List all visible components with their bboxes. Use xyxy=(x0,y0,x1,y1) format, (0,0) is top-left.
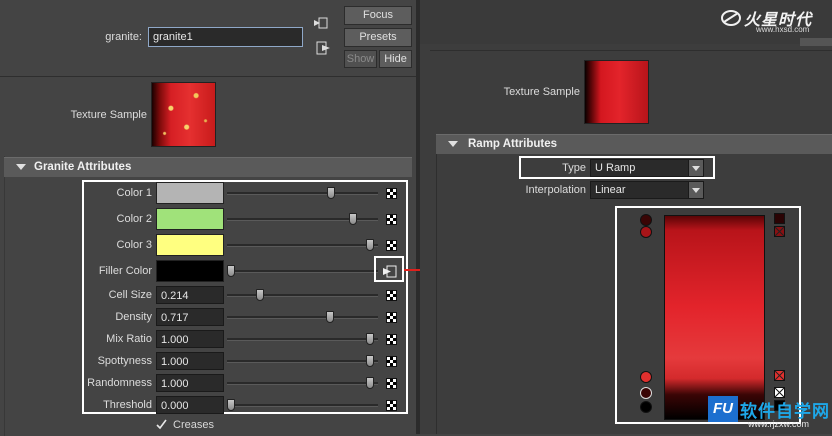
threshold-map-button-icon[interactable] xyxy=(386,400,397,411)
ramp-attributes-header[interactable]: Ramp Attributes xyxy=(436,134,832,154)
threshold-slider[interactable] xyxy=(227,404,378,407)
threshold-label: Threshold xyxy=(103,399,152,411)
interpolation-dropdown-arrow-icon[interactable] xyxy=(688,182,703,198)
texture-sample-label: Texture Sample xyxy=(70,109,147,121)
spottyness-map-button-icon[interactable] xyxy=(386,356,397,367)
rjzxw-watermark: FU 软件自学网 www.rjzxw.com xyxy=(708,396,832,434)
density-slider[interactable] xyxy=(227,316,378,319)
hxsd-logo: 火星时代 www.hxsd.com xyxy=(720,6,828,36)
mix-ratio-field[interactable]: 1.000 xyxy=(156,330,224,348)
type-dropdown-arrow-icon[interactable] xyxy=(688,160,703,176)
color-3-label: Color 3 xyxy=(116,239,152,251)
spottyness-field[interactable]: 1.000 xyxy=(156,352,224,370)
filler-color-swatch[interactable] xyxy=(156,260,224,282)
mix-ratio-slider[interactable] xyxy=(227,338,378,341)
cell-size-field[interactable]: 0.214 xyxy=(156,286,224,304)
ramp-texture-swatch xyxy=(584,60,649,124)
granite-texture-swatch xyxy=(151,82,216,147)
randomness-map-button-icon[interactable] xyxy=(386,378,397,389)
ramp-delete-handle-2[interactable] xyxy=(774,226,785,237)
color-2-map-button-icon[interactable] xyxy=(386,214,397,225)
right-separator xyxy=(430,50,832,51)
spottyness-label: Spottyness xyxy=(97,355,152,367)
ramp-color-handle-4[interactable] xyxy=(640,387,652,399)
randomness-slider[interactable] xyxy=(227,382,378,385)
ramp-color-handle-2[interactable] xyxy=(640,226,652,238)
hide-button[interactable]: Hide xyxy=(379,50,412,68)
interpolation-dropdown[interactable]: Linear xyxy=(590,181,704,199)
color-1-slider-thumb[interactable] xyxy=(327,187,335,199)
spottyness-slider-thumb[interactable] xyxy=(366,355,374,367)
ramp-texture-sample-label: Texture Sample xyxy=(503,86,580,98)
output-connection-icon[interactable] xyxy=(316,40,332,56)
filler-connection-highlight xyxy=(374,256,404,282)
granite-label: granite: xyxy=(105,31,142,43)
focus-button[interactable]: Focus xyxy=(344,6,412,25)
ramp-delete-handle-1[interactable] xyxy=(774,213,785,224)
ramp-collapse-triangle-icon xyxy=(448,141,458,147)
color-2-swatch[interactable] xyxy=(156,208,224,230)
color-1-map-button-icon[interactable] xyxy=(386,188,397,199)
ramp-delete-handle-3[interactable] xyxy=(774,370,785,381)
threshold-field[interactable]: 0.000 xyxy=(156,396,224,414)
cell-size-label: Cell Size xyxy=(108,289,152,301)
show-button[interactable]: Show xyxy=(344,50,377,68)
watermark-url: www.rjzxw.com xyxy=(748,419,810,429)
cell-size-slider[interactable] xyxy=(227,294,378,297)
logo-swirl-icon xyxy=(721,10,741,26)
mix-ratio-label: Mix Ratio xyxy=(106,333,152,345)
randomness-label: Randomness xyxy=(87,377,152,389)
color-1-slider[interactable] xyxy=(227,192,378,195)
color-2-slider-thumb[interactable] xyxy=(349,213,357,225)
threshold-slider-thumb[interactable] xyxy=(227,399,235,411)
color-3-slider-thumb[interactable] xyxy=(366,239,374,251)
watermark-logo: FU xyxy=(708,396,738,422)
color-3-map-button-icon[interactable] xyxy=(386,240,397,251)
mix-ratio-map-button-icon[interactable] xyxy=(386,334,397,345)
ramp-color-handle-5[interactable] xyxy=(640,401,652,413)
density-label: Density xyxy=(115,311,152,323)
color-2-label: Color 2 xyxy=(116,213,152,225)
ramp-color-handle-1[interactable] xyxy=(640,214,652,226)
randomness-slider-thumb[interactable] xyxy=(366,377,374,389)
granite-name-field[interactable]: granite1 xyxy=(148,27,303,47)
input-connection-icon[interactable] xyxy=(314,16,328,30)
color-3-slider[interactable] xyxy=(227,244,378,247)
interpolation-dropdown-value: Linear xyxy=(595,184,626,196)
ramp-color-handle-3[interactable] xyxy=(640,371,652,383)
density-field[interactable]: 0.717 xyxy=(156,308,224,326)
right-button-stub xyxy=(800,38,832,46)
cell-size-map-button-icon[interactable] xyxy=(386,290,397,301)
ramp-gradient[interactable] xyxy=(664,215,765,420)
color-1-swatch[interactable] xyxy=(156,182,224,204)
type-dropdown[interactable]: U Ramp xyxy=(590,159,704,177)
color-1-label: Color 1 xyxy=(116,187,152,199)
granite-attributes-title: Granite Attributes xyxy=(34,161,132,173)
cell-size-slider-thumb[interactable] xyxy=(256,289,264,301)
logo-url: www.hxsd.com xyxy=(756,25,810,34)
filler-color-label: Filler Color xyxy=(98,265,152,277)
creases-label: Creases xyxy=(173,419,214,431)
type-label: Type xyxy=(562,162,586,174)
presets-button[interactable]: Presets xyxy=(344,28,412,47)
ramp-attributes-title: Ramp Attributes xyxy=(468,138,558,150)
filler-color-slider-thumb[interactable] xyxy=(227,265,235,277)
spottyness-slider[interactable] xyxy=(227,360,378,363)
density-slider-thumb[interactable] xyxy=(326,311,334,323)
density-map-button-icon[interactable] xyxy=(386,312,397,323)
color-3-swatch[interactable] xyxy=(156,234,224,256)
separator xyxy=(0,76,416,77)
granite-attributes-header[interactable]: Granite Attributes xyxy=(4,157,412,177)
mix-ratio-slider-thumb[interactable] xyxy=(366,333,374,345)
filler-color-slider[interactable] xyxy=(227,270,378,273)
interpolation-label: Interpolation xyxy=(525,184,586,196)
type-dropdown-value: U Ramp xyxy=(595,162,636,174)
randomness-field[interactable]: 1.000 xyxy=(156,374,224,392)
creases-checkbox[interactable] xyxy=(156,419,167,430)
collapse-triangle-icon xyxy=(16,164,26,170)
